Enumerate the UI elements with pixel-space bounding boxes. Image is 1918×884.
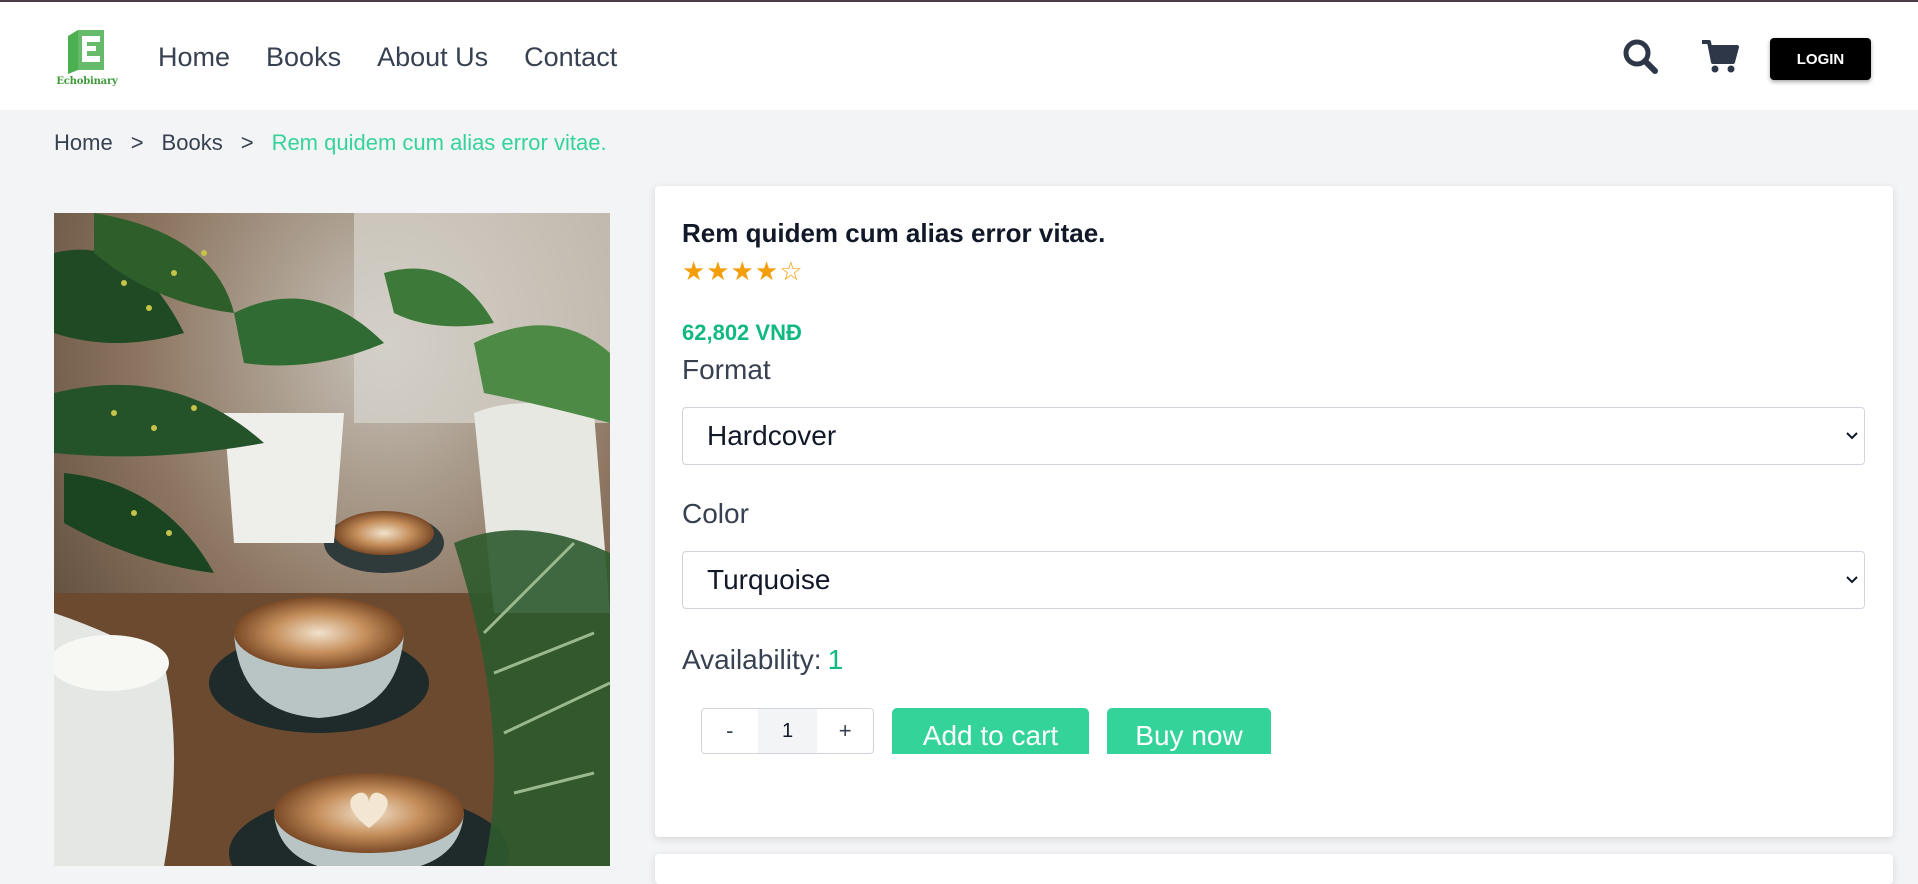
breadcrumb-separator: >: [130, 130, 144, 155]
format-label: Format: [682, 354, 771, 385]
quantity-increment-button[interactable]: +: [817, 718, 873, 744]
main-nav: Home Books About Us Contact: [158, 40, 617, 74]
availability: Availability: 1: [682, 644, 843, 676]
breadcrumb-current: Rem quidem cum alias error vitae.: [271, 130, 607, 155]
chevron-down-icon: [1846, 576, 1858, 584]
brand-name: Echobinary: [56, 76, 118, 87]
chevron-down-icon: [1846, 432, 1858, 440]
nav-home[interactable]: Home: [158, 40, 230, 74]
site-header: Echobinary Home Books About Us Contact L…: [0, 2, 1918, 110]
coffee-plants-photo: [54, 213, 610, 866]
add-to-cart-button[interactable]: Add to cart: [892, 708, 1089, 754]
quantity-input[interactable]: 1: [757, 709, 818, 753]
buy-now-button[interactable]: Buy now: [1107, 708, 1271, 754]
format-select[interactable]: Hardcover: [682, 407, 1865, 465]
quantity-decrement-button[interactable]: -: [702, 718, 758, 744]
product-image: [54, 213, 610, 866]
login-button[interactable]: LOGIN: [1770, 38, 1871, 80]
color-select[interactable]: Turquoise: [682, 551, 1865, 609]
breadcrumb-separator: >: [240, 130, 254, 155]
secondary-card: [655, 854, 1893, 884]
search-icon[interactable]: [1620, 36, 1660, 76]
nav-about-us[interactable]: About Us: [377, 40, 488, 74]
product-title: Rem quidem cum alias error vitae.: [682, 218, 1106, 248]
color-label: Color: [682, 498, 749, 529]
product-details-card: Rem quidem cum alias error vitae. ★★★★☆ …: [655, 186, 1893, 837]
breadcrumb: Home > Books > Rem quidem cum alias erro…: [54, 128, 607, 158]
star-rating: ★★★★☆: [682, 256, 804, 286]
cart-icon[interactable]: [1700, 36, 1740, 76]
nav-contact[interactable]: Contact: [524, 40, 617, 74]
availability-label: Availability:: [682, 644, 822, 675]
quantity-stepper: - 1 +: [701, 708, 874, 754]
breadcrumb-books[interactable]: Books: [162, 130, 223, 156]
product-price: 62,802 VNĐ: [682, 320, 802, 345]
format-select-value: Hardcover: [707, 420, 837, 451]
color-select-value: Turquoise: [707, 564, 831, 595]
brand-logo[interactable]: Echobinary: [54, 26, 120, 92]
availability-count: 1: [827, 644, 844, 675]
breadcrumb-home[interactable]: Home: [54, 130, 113, 156]
book-logo-icon: [68, 30, 104, 74]
nav-books[interactable]: Books: [266, 40, 341, 74]
